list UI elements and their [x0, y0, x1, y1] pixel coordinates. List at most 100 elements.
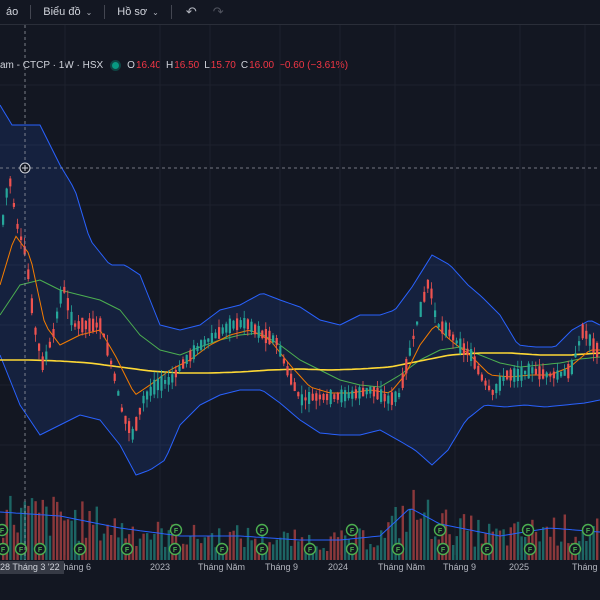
dividend-marker[interactable]: F [345, 542, 359, 556]
redo-icon[interactable]: ↷ [205, 4, 232, 20]
candle-body [408, 347, 411, 356]
candle-body [311, 393, 314, 401]
crosshair-plus-icon[interactable] [19, 162, 31, 174]
candle-body [556, 370, 559, 380]
dividend-marker[interactable]: F [480, 542, 494, 556]
dividend-marker[interactable]: F [255, 523, 269, 537]
candle-body [207, 338, 210, 342]
volume-bar [239, 538, 242, 560]
profile-menu-button[interactable]: Hồ sơ ⌄ [111, 0, 165, 24]
candle-body [401, 373, 404, 388]
candle-body [5, 188, 8, 198]
candle-body [81, 317, 84, 333]
volume-bar [322, 548, 325, 560]
candle-body [549, 373, 552, 377]
volume-bar [246, 527, 250, 560]
time-axis[interactable]: Tháng 6 2023 Tháng Năm Tháng 9 2024 Thán… [0, 560, 600, 574]
candle-body [480, 374, 483, 381]
candle-body [77, 321, 80, 329]
toolbar-item-cut[interactable]: áo [0, 0, 24, 24]
candle-body [52, 329, 55, 337]
candle-body [228, 318, 231, 333]
candle-body [257, 325, 260, 338]
candle-body [405, 359, 408, 374]
dividend-marker[interactable]: F [581, 523, 595, 537]
volume-bar [455, 536, 458, 560]
dividend-marker[interactable]: F [436, 542, 450, 556]
volume-bar [390, 515, 394, 560]
dividend-marker[interactable]: F [521, 523, 535, 537]
candle-body [524, 371, 527, 375]
volume-bar [48, 535, 52, 560]
dividend-marker[interactable]: F [255, 542, 269, 556]
dividend-marker-label: F [573, 547, 578, 554]
candle-body [56, 311, 59, 319]
dividend-marker[interactable]: F [0, 523, 9, 537]
volume-bar [135, 546, 138, 560]
candle-body [488, 385, 491, 390]
dividend-marker[interactable]: F [169, 523, 183, 537]
candle-body [106, 342, 109, 356]
toolbar-divider [30, 5, 32, 19]
dividend-marker[interactable]: F [73, 542, 87, 556]
volume-bar [182, 543, 185, 560]
candle-body [333, 394, 336, 399]
candle-body [59, 290, 62, 304]
charts-menu-button[interactable]: Biểu đồ ⌄ [37, 0, 98, 24]
dividend-marker[interactable]: F [0, 542, 10, 556]
candle-body [12, 203, 15, 207]
chevron-down-icon: ⌄ [85, 7, 93, 17]
volume-bar [232, 530, 235, 560]
dividend-marker[interactable]: F [568, 542, 582, 556]
candle-body [509, 369, 512, 381]
dividend-marker[interactable]: F [523, 542, 537, 556]
volume-bar [412, 489, 415, 560]
dividend-marker-label: F [526, 528, 531, 535]
profile-menu-label: Hồ sơ [117, 6, 148, 18]
dividend-marker[interactable]: F [433, 523, 447, 537]
candle-body [102, 333, 105, 338]
dividend-marker[interactable]: F [33, 542, 47, 556]
candle-body [351, 390, 354, 399]
dividend-marker[interactable]: F [303, 542, 317, 556]
undo-icon[interactable]: ↶ [178, 4, 205, 20]
candle-body [376, 387, 379, 400]
dividend-marker-label: F [1, 547, 6, 554]
dividend-marker[interactable]: F [168, 542, 182, 556]
dividend-marker[interactable]: F [215, 542, 229, 556]
volume-bar [70, 520, 73, 560]
volume-bar [358, 528, 361, 560]
volume-bar [88, 511, 91, 560]
candle-body [63, 286, 66, 293]
volume-bar [426, 499, 430, 560]
candle-body [300, 394, 303, 406]
volume-bar [164, 546, 167, 560]
candle-body [225, 323, 228, 333]
volume-bar [419, 518, 422, 560]
candle-body [286, 366, 289, 376]
volume-bar [200, 543, 203, 560]
candle-body [272, 335, 275, 343]
price-chart[interactable]: F F F F F F F F F F F F F F F F F F F F F F [0, 25, 600, 560]
volume-bar [333, 532, 336, 560]
candle-body [336, 392, 339, 400]
candle-body [387, 395, 390, 404]
volume-bar [196, 538, 199, 560]
candle-body [2, 215, 5, 225]
dividend-marker[interactable]: F [345, 523, 359, 537]
candle-body [20, 236, 23, 241]
candle-body [578, 341, 581, 346]
dividend-marker[interactable]: F [120, 542, 134, 556]
candle-body [153, 379, 156, 395]
candle-body [588, 334, 591, 346]
dividend-marker[interactable]: F [391, 542, 405, 556]
volume-bar [563, 514, 566, 560]
candle-body [542, 369, 545, 379]
volume-bar [203, 537, 206, 560]
crosshair-date-label: 28 Tháng 3 '22 [0, 561, 64, 574]
volume-bar [477, 519, 480, 560]
candle [581, 322, 584, 340]
volume-bar [473, 546, 476, 560]
volume-bar [408, 508, 412, 560]
dividend-marker-label: F [260, 528, 265, 535]
